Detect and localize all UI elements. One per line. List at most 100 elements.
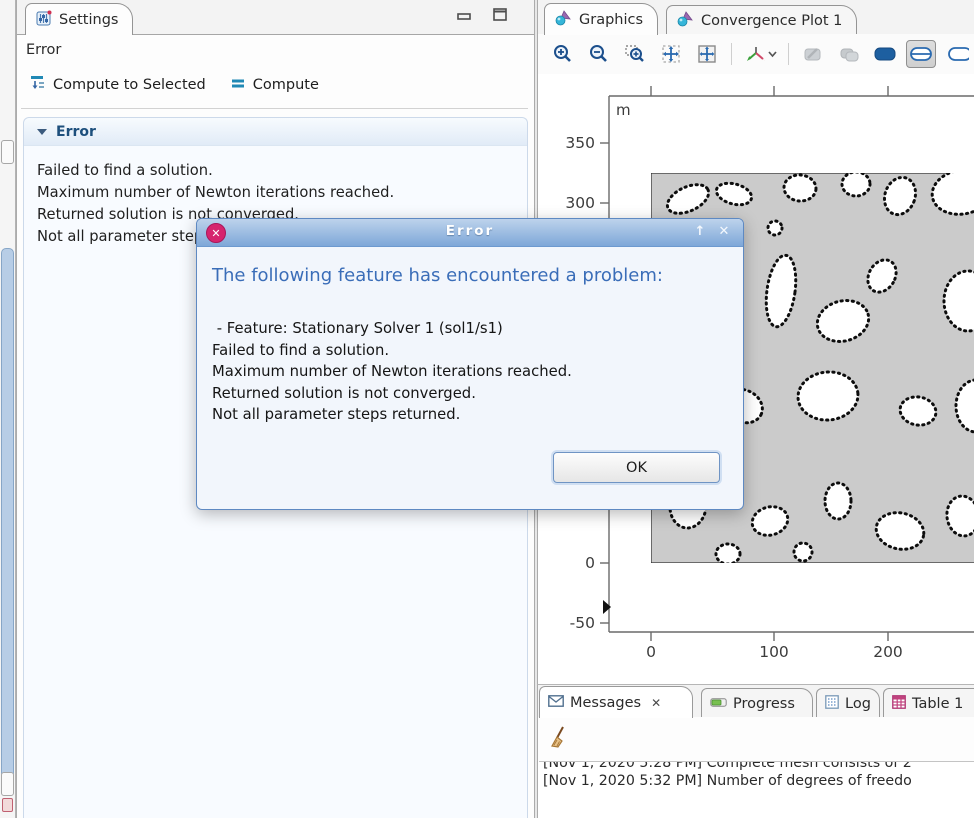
scrollbar-button-top[interactable] xyxy=(1,140,14,164)
x-tick-label: 200 xyxy=(873,643,903,661)
clipped-edge-icon xyxy=(945,43,969,65)
tab-table-1[interactable]: Table 1 xyxy=(883,688,974,718)
error-line: Maximum number of Newton iterations reac… xyxy=(37,182,519,204)
compute-icon xyxy=(230,75,246,95)
tab-graphics-label: Graphics xyxy=(579,12,643,28)
application-window: Settings Error xyxy=(0,0,974,818)
snapshot-button-disabled xyxy=(798,40,828,68)
plot-solid-button[interactable] xyxy=(870,40,900,68)
zoom-extents-icon xyxy=(660,43,682,65)
toolbar-separator xyxy=(731,43,732,65)
y-tick-label: -50 xyxy=(570,614,595,632)
default-view-button[interactable] xyxy=(741,40,779,68)
maximize-icon xyxy=(493,8,508,22)
minimize-panel-button[interactable] xyxy=(455,9,473,25)
graphics-toolbar xyxy=(538,34,974,74)
x-tick-label: 0 xyxy=(646,643,656,661)
progress-bar-icon xyxy=(710,696,727,712)
messages-panel: Messages ✕ Progress xyxy=(537,684,974,818)
plot-solid-icon xyxy=(873,43,897,65)
dialog-shade-icon[interactable]: ↑ xyxy=(691,224,709,239)
error-section-header[interactable]: Error xyxy=(24,118,527,146)
tab-settings[interactable]: Settings xyxy=(25,3,133,35)
dialog-heading: The following feature has encountered a … xyxy=(212,265,663,286)
message-line: [Nov 1, 2020 5:28 PM] Complete mesh cons… xyxy=(543,761,974,772)
dialog-body-line: - Feature: Stationary Solver 1 (sol1/s1) xyxy=(212,318,572,340)
messages-log[interactable]: [Nov 1, 2020 5:28 PM] Complete mesh cons… xyxy=(539,761,974,818)
dialog-titlebar[interactable]: ✕ Error ↑ ✕ xyxy=(197,219,743,247)
minimize-icon xyxy=(457,12,472,22)
dialog-body-line: Maximum number of Newton iterations reac… xyxy=(212,361,572,383)
zoom-out-button[interactable] xyxy=(584,40,614,68)
zoom-to-selection-icon xyxy=(696,43,718,65)
clear-messages-button[interactable] xyxy=(544,723,574,751)
tab-table-1-label: Table 1 xyxy=(912,696,963,712)
snapshot-icon xyxy=(802,43,824,65)
broom-icon xyxy=(549,725,569,749)
message-line: [Nov 1, 2020 5:32 PM] Number of degrees … xyxy=(543,772,974,790)
transparency-toggle-icon xyxy=(909,43,933,65)
zoom-to-selection-button[interactable] xyxy=(692,40,722,68)
settings-icon xyxy=(36,10,52,30)
copy-image-icon xyxy=(838,43,860,65)
dialog-body: - Feature: Stationary Solver 1 (sol1/s1)… xyxy=(212,318,572,426)
plot-3d-icon xyxy=(677,11,694,31)
tab-settings-label: Settings xyxy=(59,12,118,28)
zoom-box-button[interactable] xyxy=(620,40,650,68)
tab-messages[interactable]: Messages ✕ xyxy=(539,686,693,718)
tab-log[interactable]: Log xyxy=(816,688,880,718)
error-section-title: Error xyxy=(56,124,96,140)
clipped-edge-button[interactable] xyxy=(942,40,972,68)
compute-label: Compute xyxy=(253,77,319,93)
tab-messages-label: Messages xyxy=(570,695,641,711)
scrollbar-thumb[interactable] xyxy=(1,248,14,778)
model-builder-scrollbar[interactable] xyxy=(0,0,16,818)
collapse-arrow-icon xyxy=(37,129,47,135)
settings-toolbar: Compute to Selected Compute xyxy=(27,72,322,97)
maximize-panel-button[interactable] xyxy=(491,7,509,23)
error-line: Failed to find a solution. xyxy=(37,160,519,182)
axis-unit-label: m xyxy=(616,101,631,119)
plot-3d-icon xyxy=(555,10,572,30)
compute-to-selected-button[interactable]: Compute to Selected xyxy=(27,72,209,97)
separator xyxy=(21,108,528,109)
tab-progress[interactable]: Progress xyxy=(701,688,813,718)
dialog-body-line: Not all parameter steps returned. xyxy=(212,404,572,426)
transparency-toggle-button[interactable] xyxy=(906,40,936,68)
error-dialog: ✕ Error ↑ ✕ The following feature has en… xyxy=(196,218,744,510)
compute-button[interactable]: Compute xyxy=(227,73,322,97)
dialog-title: Error xyxy=(197,223,743,239)
zoom-in-icon xyxy=(552,43,574,65)
y-tick-label: 300 xyxy=(565,194,595,212)
zoom-extents-button[interactable] xyxy=(656,40,686,68)
toolbar-separator xyxy=(788,43,789,65)
tab-convergence-label: Convergence Plot 1 xyxy=(701,13,842,29)
y-tick-label: 350 xyxy=(565,134,595,152)
close-tab-icon[interactable]: ✕ xyxy=(651,696,661,710)
tab-graphics[interactable]: Graphics xyxy=(544,3,658,35)
ok-button[interactable]: OK xyxy=(553,452,720,483)
axis-marker-icon xyxy=(603,600,611,614)
zoom-in-button[interactable] xyxy=(548,40,578,68)
dialog-body-line: Failed to find a solution. xyxy=(212,340,572,362)
tab-convergence-plot[interactable]: Convergence Plot 1 xyxy=(666,5,857,35)
dialog-body-line: Returned solution is not converged. xyxy=(212,383,572,405)
tab-progress-label: Progress xyxy=(733,696,795,712)
messages-tabbar: Messages ✕ Progress xyxy=(538,685,974,718)
copy-image-button-disabled xyxy=(834,40,864,68)
graphics-tabbar: Graphics Convergence Plot 1 xyxy=(538,0,974,35)
zoom-box-icon xyxy=(624,43,646,65)
settings-breadcrumb: Error xyxy=(26,42,61,58)
messages-toolbar xyxy=(538,717,974,761)
compute-to-selected-label: Compute to Selected xyxy=(53,77,206,93)
default-view-axes-icon xyxy=(743,43,777,65)
tab-log-label: Log xyxy=(845,696,871,712)
x-tick-label: 100 xyxy=(759,643,789,661)
dialog-close-icon[interactable]: ✕ xyxy=(715,224,733,239)
table-icon xyxy=(892,695,906,713)
scrollbar-button-bottom[interactable] xyxy=(1,772,14,796)
panel-corner-icon xyxy=(2,798,13,812)
settings-tabbar: Settings xyxy=(17,0,534,35)
envelope-icon xyxy=(548,695,564,711)
zoom-out-icon xyxy=(588,43,610,65)
